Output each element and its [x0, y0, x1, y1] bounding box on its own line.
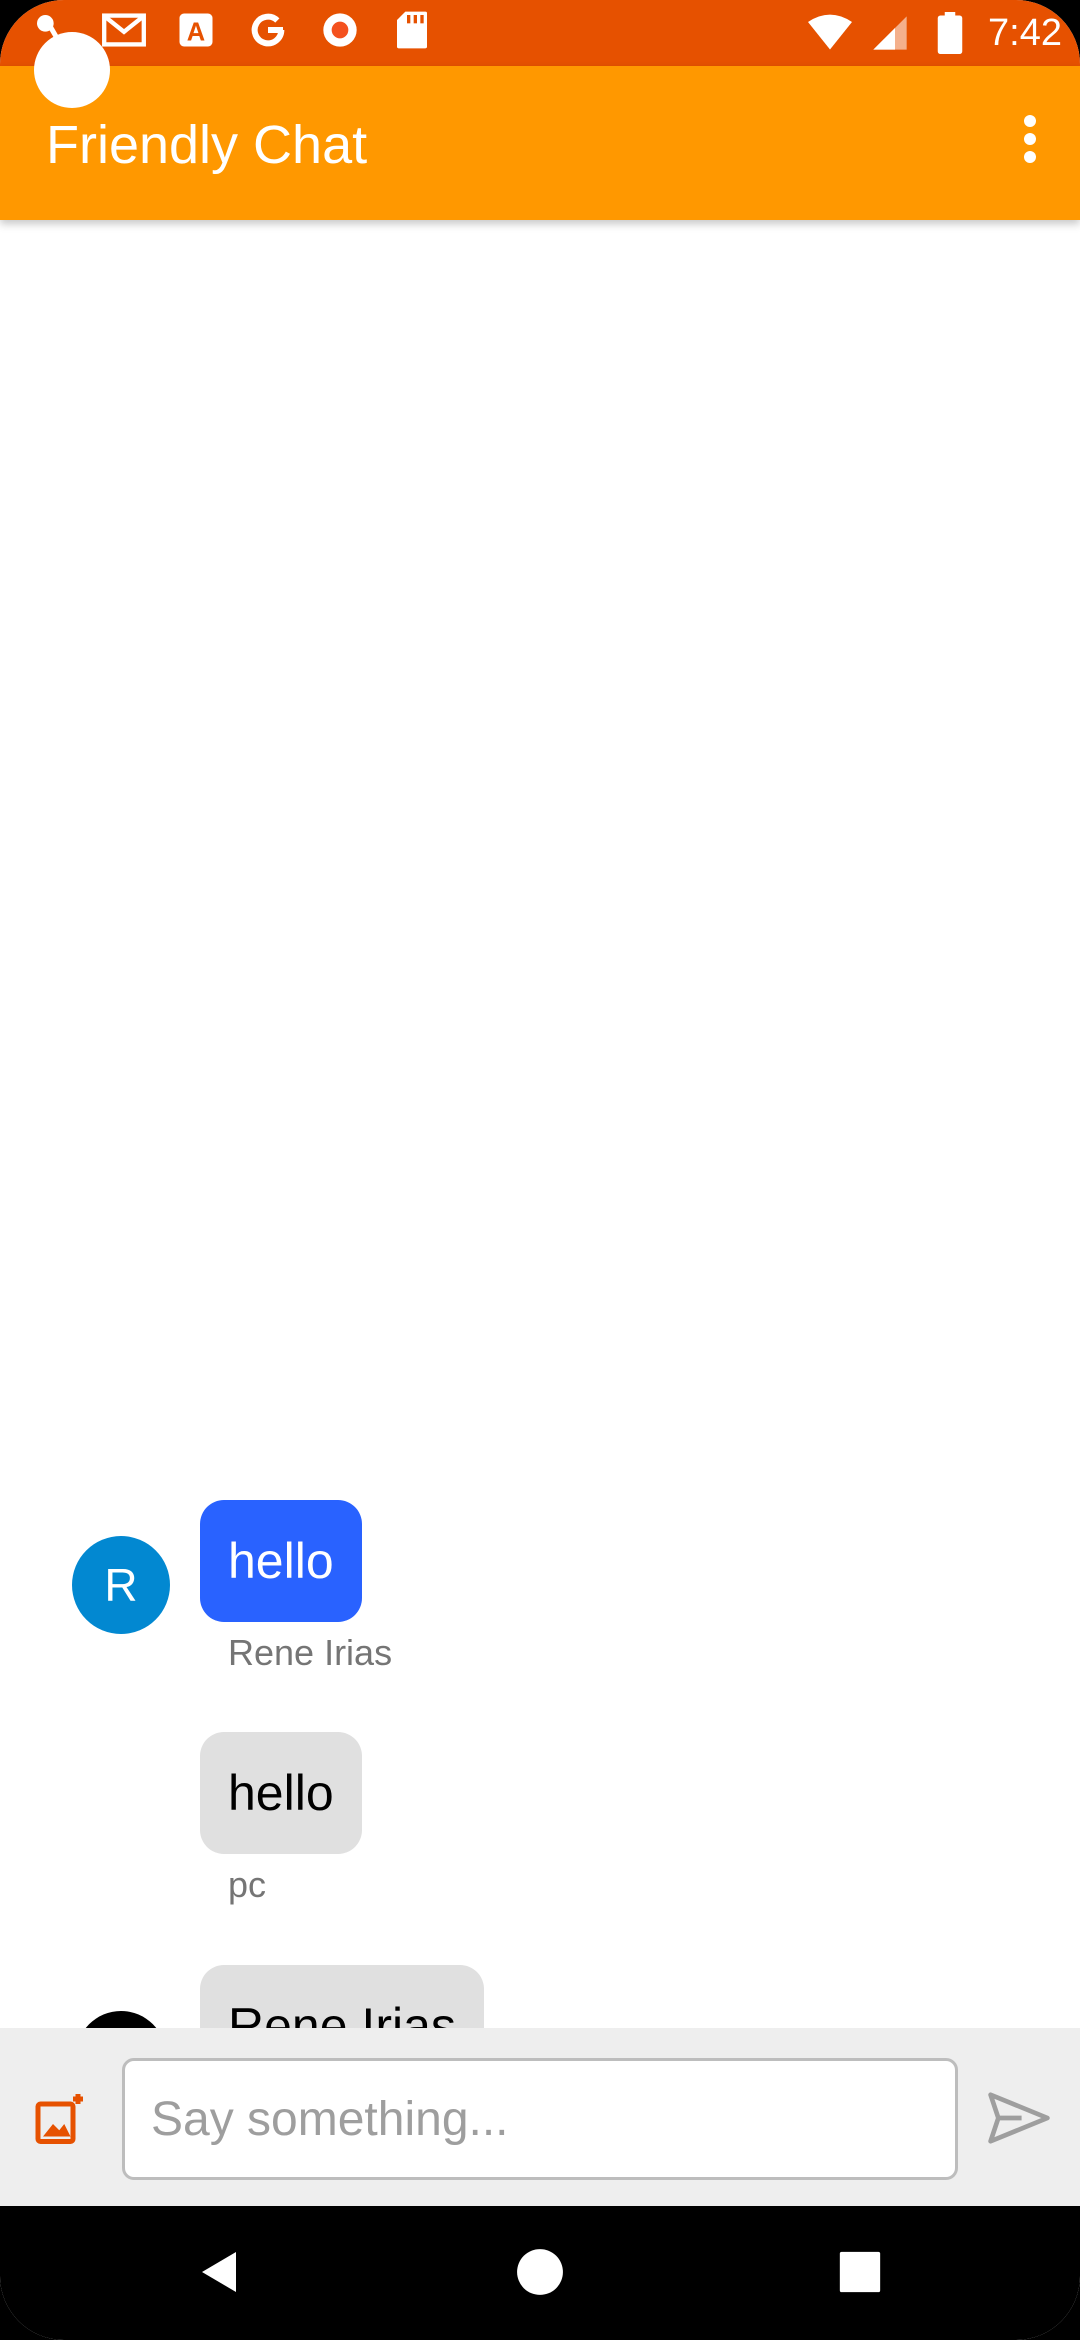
a-icon: A: [174, 8, 218, 52]
message-input[interactable]: [122, 2058, 958, 2180]
send-button[interactable]: [984, 2088, 1054, 2152]
more-vert-icon: [1022, 114, 1038, 169]
overflow-menu-button[interactable]: [1000, 106, 1060, 176]
home-button[interactable]: [508, 2242, 572, 2306]
gmail-icon: [102, 8, 146, 52]
wifi-icon: [808, 11, 853, 55]
message-bubble: hello: [200, 1500, 362, 1622]
add-photo-icon: [33, 2089, 93, 2154]
message-list[interactable]: R hello Rene Irias hello pc Rene Irias p…: [0, 220, 1080, 2138]
signal-icon: [868, 11, 912, 55]
app-bar: Friendly Chat: [0, 66, 1080, 220]
message-sender: Rene Irias: [228, 1632, 393, 1673]
status-time: 7:42: [988, 12, 1062, 54]
send-icon: [988, 2091, 1050, 2149]
system-icons: 7:42: [808, 6, 1062, 60]
back-icon: [196, 2247, 244, 2302]
back-button[interactable]: [188, 2242, 252, 2306]
google-icon: [246, 8, 290, 52]
app-title: Friendly Chat: [46, 115, 368, 175]
recents-icon: [838, 2250, 882, 2299]
message-bubble: hello: [200, 1732, 362, 1854]
message-input-bar: [0, 2028, 1080, 2206]
status-bar: A 7:42: [0, 0, 1080, 66]
home-icon: [515, 2247, 565, 2302]
avatar: R: [72, 1536, 170, 1634]
avatar-letter: R: [104, 1559, 138, 1611]
camera-cutout: [34, 32, 110, 108]
sd-card-icon: [390, 8, 434, 52]
navigation-bar: [0, 2206, 1080, 2340]
recents-button[interactable]: [828, 2242, 892, 2306]
battery-icon: [928, 11, 972, 55]
screen: A 7:42 Friendly Chat R hello Rene Irias …: [0, 0, 1080, 2340]
circle-record-icon: [318, 8, 362, 52]
svg-text:A: A: [187, 19, 205, 47]
add-image-button[interactable]: [28, 2086, 98, 2156]
message-sender: pc: [228, 1864, 267, 1905]
